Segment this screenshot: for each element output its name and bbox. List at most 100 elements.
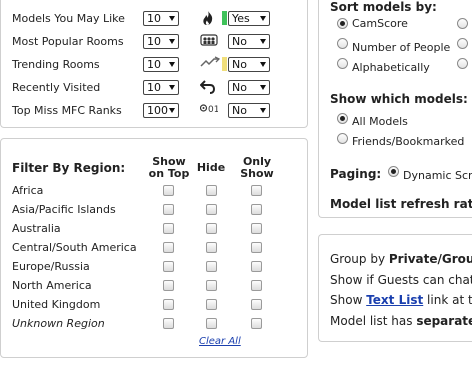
region-filter-panel: Filter By Region: Show on Top Hide Only … bbox=[0, 138, 308, 358]
text-list-suffix: link at the bbox=[427, 293, 472, 307]
text-list-prefix: Show bbox=[330, 293, 367, 307]
col-only-show-line2: Show bbox=[240, 167, 274, 180]
region-label: Australia bbox=[12, 222, 61, 235]
featured-count-value: 100 bbox=[147, 104, 168, 117]
chevron-down-icon bbox=[260, 16, 266, 21]
paging-dynamic-label: Dynamic Scro bbox=[403, 169, 472, 182]
featured-count-select[interactable]: 10 bbox=[143, 57, 179, 72]
ranks-icon: 01 bbox=[199, 102, 219, 117]
featured-count-select[interactable]: 10 bbox=[143, 11, 179, 26]
chevron-down-icon bbox=[169, 62, 175, 67]
region-only-show-checkbox[interactable] bbox=[251, 204, 262, 215]
featured-mode-select[interactable]: No bbox=[228, 57, 270, 72]
region-hide-checkbox[interactable] bbox=[206, 280, 217, 291]
region-only-show-checkbox[interactable] bbox=[251, 261, 262, 272]
show-all-label: All Models bbox=[352, 115, 408, 128]
region-only-show-checkbox[interactable] bbox=[251, 299, 262, 310]
featured-mode-select[interactable]: No bbox=[228, 34, 270, 49]
chevron-down-icon bbox=[169, 39, 175, 44]
featured-lists-panel: Models You May Like 10 Yes Most Popular Roo… bbox=[0, 0, 308, 128]
featured-count-value: 10 bbox=[147, 35, 161, 48]
text-list-link[interactable]: Text List bbox=[366, 293, 423, 307]
featured-count-select[interactable]: 100 bbox=[143, 103, 179, 118]
region-show-on-top-checkbox[interactable] bbox=[163, 261, 174, 272]
svg-text:01: 01 bbox=[208, 105, 218, 114]
region-show-on-top-checkbox[interactable] bbox=[163, 280, 174, 291]
fire-icon bbox=[200, 10, 216, 29]
chevron-down-icon bbox=[169, 16, 175, 21]
text-list-line: Show Text List link at the bbox=[330, 293, 472, 307]
sort-camscore-radio[interactable] bbox=[337, 18, 348, 29]
crowd-icon bbox=[200, 33, 218, 50]
region-only-show-checkbox[interactable] bbox=[251, 318, 262, 329]
region-hide-checkbox[interactable] bbox=[206, 242, 217, 253]
featured-mode-value: Yes bbox=[232, 12, 250, 25]
trend-icon bbox=[200, 56, 221, 71]
region-filter-title: Filter By Region: bbox=[12, 161, 126, 175]
sort-extra-radio-1[interactable] bbox=[457, 18, 468, 29]
region-hide-checkbox[interactable] bbox=[206, 185, 217, 196]
col-hide: Hide bbox=[196, 161, 226, 174]
region-show-on-top-checkbox[interactable] bbox=[163, 242, 174, 253]
sort-extra-radio-2[interactable] bbox=[457, 38, 468, 49]
sort-alpha-label: Alphabetically bbox=[352, 61, 430, 74]
region-label: Unknown Region bbox=[12, 317, 105, 330]
featured-mode-value: No bbox=[232, 81, 247, 94]
featured-count-select[interactable]: 10 bbox=[143, 34, 179, 49]
featured-mode-select[interactable]: No bbox=[228, 80, 270, 95]
sort-title: Sort models by: bbox=[330, 0, 437, 14]
paging-dynamic-radio[interactable] bbox=[388, 166, 399, 177]
region-label: Asia/Pacific Islands bbox=[12, 203, 116, 216]
region-show-on-top-checkbox[interactable] bbox=[163, 204, 174, 215]
featured-count-value: 10 bbox=[147, 58, 161, 71]
featured-mode-select[interactable]: Yes bbox=[228, 11, 270, 26]
region-label: Africa bbox=[12, 184, 44, 197]
region-hide-checkbox[interactable] bbox=[206, 204, 217, 215]
show-friends-radio[interactable] bbox=[337, 133, 348, 144]
featured-mode-select[interactable]: No bbox=[228, 103, 270, 118]
region-label: Europe/Russia bbox=[12, 260, 90, 273]
featured-count-select[interactable]: 10 bbox=[143, 80, 179, 95]
region-show-on-top-checkbox[interactable] bbox=[163, 223, 174, 234]
featured-mode-value: No bbox=[232, 35, 247, 48]
group-by-line: Group by Private/Group bbox=[330, 252, 472, 266]
group-options-panel: Group by Private/Group Show if Guests ca… bbox=[318, 234, 472, 342]
sort-people-radio[interactable] bbox=[337, 38, 348, 49]
featured-row-label: Recently Visited bbox=[12, 81, 101, 94]
region-show-on-top-checkbox[interactable] bbox=[163, 299, 174, 310]
sort-alpha-radio[interactable] bbox=[337, 58, 348, 69]
region-hide-checkbox[interactable] bbox=[206, 223, 217, 234]
region-only-show-checkbox[interactable] bbox=[251, 223, 262, 234]
region-only-show-checkbox[interactable] bbox=[251, 242, 262, 253]
region-show-on-top-checkbox[interactable] bbox=[163, 185, 174, 196]
show-friends-label: Friends/Bookmarked bbox=[352, 135, 465, 148]
region-only-show-checkbox[interactable] bbox=[251, 280, 262, 291]
region-label: North America bbox=[12, 279, 92, 292]
col-show-on-top: Show on Top bbox=[146, 156, 192, 180]
region-show-on-top-checkbox[interactable] bbox=[163, 318, 174, 329]
show-all-radio[interactable] bbox=[337, 113, 348, 124]
region-only-show-checkbox[interactable] bbox=[251, 185, 262, 196]
guests-chat-line: Show if Guests can chat? bbox=[330, 273, 472, 287]
chevron-down-icon bbox=[260, 62, 266, 67]
sort-extra-radio-3[interactable] bbox=[457, 58, 468, 69]
chevron-down-icon bbox=[169, 85, 175, 90]
paging-label: Paging: bbox=[330, 167, 382, 181]
featured-count-value: 10 bbox=[147, 12, 161, 25]
featured-row-label: Most Popular Rooms bbox=[12, 35, 124, 48]
featured-row-label: Trending Rooms bbox=[12, 58, 100, 71]
region-hide-checkbox[interactable] bbox=[206, 318, 217, 329]
chevron-down-icon bbox=[260, 108, 266, 113]
chevron-down-icon bbox=[260, 85, 266, 90]
separate-list-line: Model list has separate s bbox=[330, 314, 472, 328]
sort-panel: Sort models by: CamScore Number of Peopl… bbox=[318, 0, 472, 218]
region-hide-checkbox[interactable] bbox=[206, 261, 217, 272]
group-by-value: Private/Group bbox=[388, 252, 472, 266]
separate-value: separate s bbox=[416, 314, 472, 328]
show-models-title: Show which models: bbox=[330, 92, 468, 106]
sort-camscore-label: CamScore bbox=[352, 17, 408, 30]
region-hide-checkbox[interactable] bbox=[206, 299, 217, 310]
refresh-rate-label: Model list refresh rate: bbox=[330, 197, 472, 211]
col-show-on-top-line2: on Top bbox=[148, 167, 190, 180]
clear-all-link[interactable]: Clear All bbox=[199, 336, 241, 347]
